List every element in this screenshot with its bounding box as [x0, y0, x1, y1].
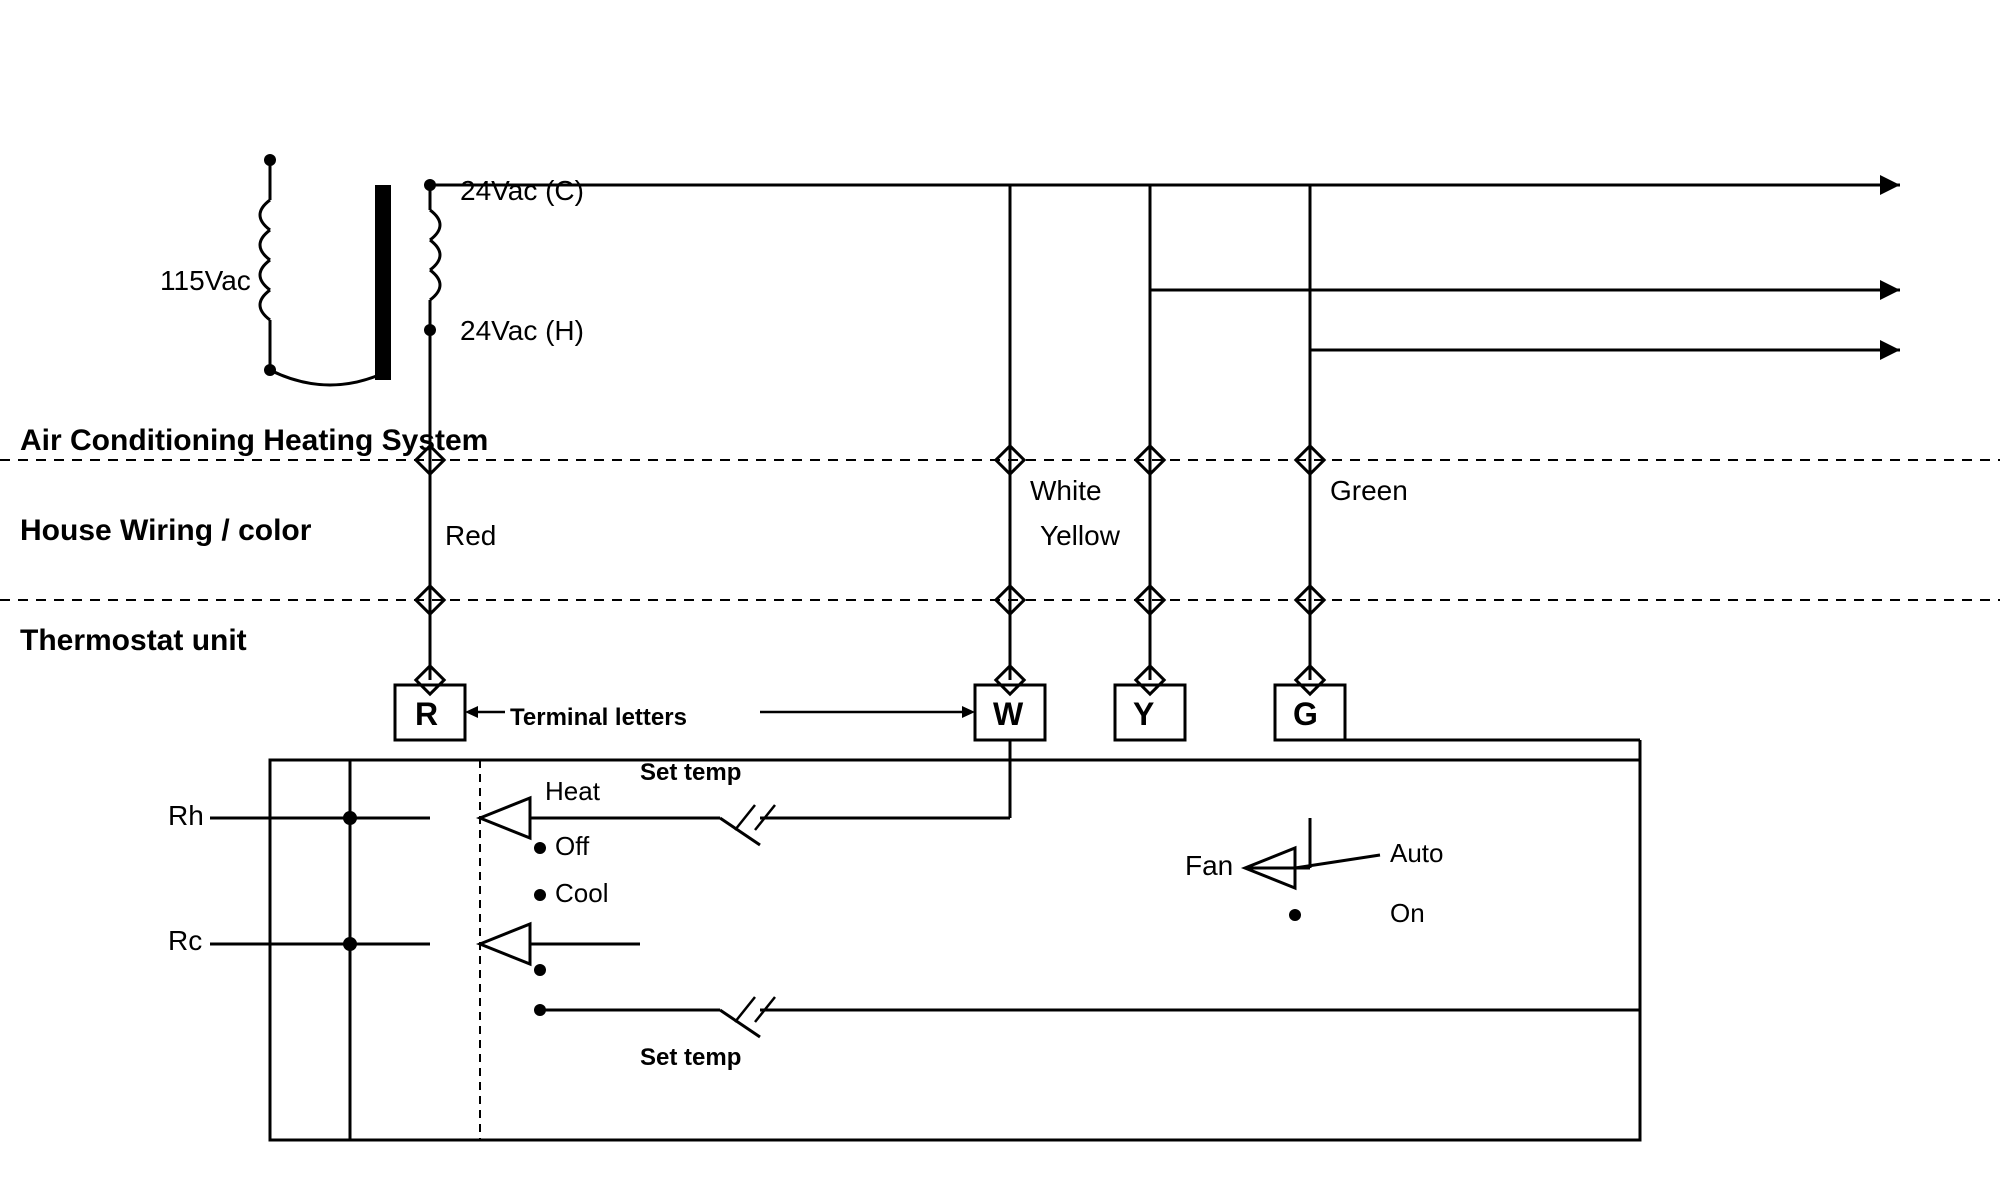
transformer-core: [375, 185, 391, 380]
label-115vac: 115Vac: [160, 265, 251, 296]
label-house-wiring: House Wiring / color: [20, 514, 312, 547]
fan-on-label: On: [1390, 898, 1425, 928]
fan-auto-label: Auto: [1390, 838, 1444, 868]
mode-cool-dot: [534, 889, 546, 901]
mode-off-dot: [534, 842, 546, 854]
terminal-arrow-left-head: [465, 706, 478, 718]
wiring-diagram: 115Vac 24Vac (C) 24Vac (H) Air Condition…: [0, 0, 2000, 1200]
terminal-Y-label: Y: [1133, 696, 1154, 732]
terminal-G-label: G: [1293, 696, 1318, 732]
terminal-W-label: W: [993, 696, 1024, 732]
label-heat: Heat: [545, 776, 601, 806]
transformer-primary: [260, 154, 390, 385]
transformer-secondary: [424, 179, 440, 336]
label-24vac-c: 24Vac (C): [460, 175, 584, 206]
rc-label: Rc: [168, 925, 202, 956]
set-temp2-slash1: [735, 997, 755, 1022]
rh-label: Rh: [168, 800, 204, 831]
rc-switch-symbol: [480, 924, 530, 964]
heat-switch-symbol: [480, 798, 530, 838]
label-thermostat-unit: Thermostat unit: [20, 624, 247, 657]
fan-label: Fan: [1185, 850, 1233, 881]
fan-auto-line: [1295, 855, 1380, 868]
fan-on-dot: [1289, 909, 1301, 921]
terminal-arrow-right-head: [962, 706, 975, 718]
label-ac-system: Air Conditioning Heating System: [20, 424, 488, 457]
label-24vac-h: 24Vac (H): [460, 315, 584, 346]
set-temp-label-top: Set temp: [640, 759, 741, 786]
terminal-letters-label: Terminal letters: [510, 704, 687, 731]
label-white: White: [1030, 475, 1102, 506]
terminal-R-label: R: [415, 696, 438, 732]
label-red: Red: [445, 520, 496, 551]
24vac-c-arrow: [1880, 175, 1900, 195]
green-arrow: [1880, 340, 1900, 360]
label-off: Off: [555, 831, 590, 861]
set-temp-label-bottom: Set temp: [640, 1044, 741, 1071]
label-yellow: Yellow: [1040, 520, 1121, 551]
label-cool: Cool: [555, 878, 608, 908]
yellow-arrow: [1880, 280, 1900, 300]
label-green: Green: [1330, 475, 1408, 506]
rc-dot1: [534, 964, 546, 976]
set-temp-slash1: [735, 805, 755, 830]
